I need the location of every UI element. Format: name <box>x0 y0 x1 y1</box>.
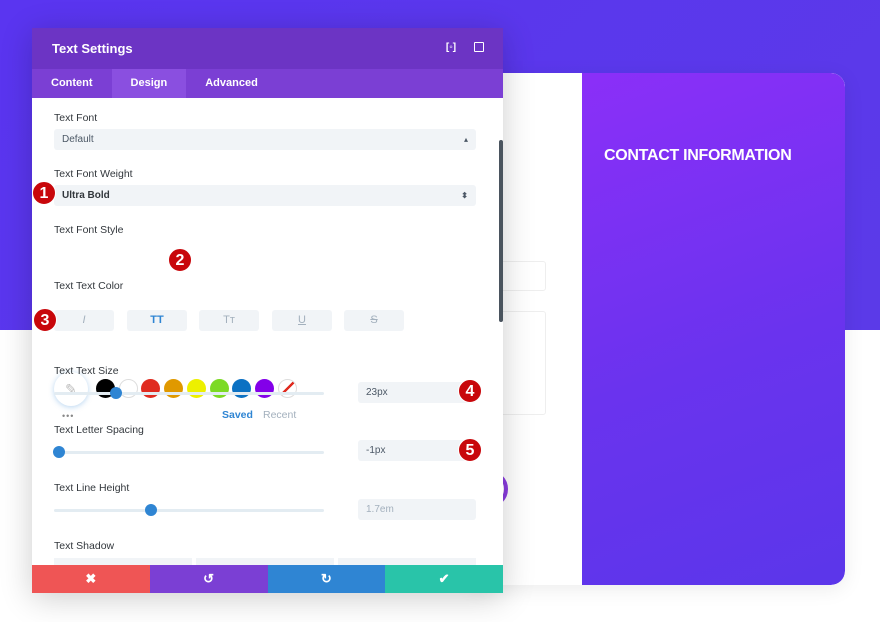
transparent-swatch[interactable] <box>278 379 297 398</box>
step-badge-5: 5 <box>458 438 482 462</box>
text-size-label: Text Text Size <box>54 365 119 377</box>
color-swatch[interactable] <box>209 379 229 398</box>
scrollbar[interactable] <box>499 140 503 322</box>
capitalize-button[interactable]: Tт <box>199 310 259 331</box>
select-arrows-icon: ▴ <box>463 135 468 144</box>
tab-content[interactable]: Content <box>32 69 112 98</box>
underline-button[interactable]: U <box>272 310 332 331</box>
text-font-label: Text Font <box>54 112 98 124</box>
color-swatch[interactable] <box>232 379 252 398</box>
text-font-weight-select[interactable]: Ultra Bold ⬍ <box>54 185 476 206</box>
more-colors-icon[interactable]: ••• <box>62 411 74 421</box>
color-swatch[interactable] <box>186 379 206 398</box>
letter-spacing-slider[interactable] <box>53 446 324 458</box>
eyedropper-icon[interactable]: ✎ <box>54 372 88 406</box>
text-shadow-presets[interactable] <box>54 558 476 565</box>
slider-handle[interactable] <box>110 387 123 399</box>
step-badge-1: 1 <box>32 181 56 205</box>
modal-body: Text Font Default ▴ Text Font Weight Ultr… <box>32 98 503 565</box>
text-font-select[interactable]: Default ▴ <box>54 129 476 150</box>
form-field <box>500 261 546 291</box>
italic-button[interactable]: I <box>54 310 114 331</box>
line-height-slider[interactable] <box>54 504 324 516</box>
line-height-input[interactable]: 1.7em <box>358 499 476 520</box>
color-swatch[interactable] <box>254 379 274 398</box>
sidebar-toggle-icon[interactable] <box>474 42 484 52</box>
modal-title: Text Settings <box>52 41 133 56</box>
slider-handle[interactable] <box>53 446 66 458</box>
tab-advanced[interactable]: Advanced <box>186 69 277 98</box>
text-settings-modal: Text Settings [◦] Content Design Advance… <box>32 28 503 593</box>
text-shadow-label: Text Shadow <box>54 540 115 552</box>
select-arrows-icon: ⬍ <box>461 191 468 200</box>
cancel-button[interactable]: ✖ <box>32 565 150 593</box>
text-color-label: Text Text Color <box>54 280 124 292</box>
text-size-slider[interactable] <box>54 387 324 399</box>
modal-tabs: Content Design Advanced <box>32 69 503 98</box>
step-badge-4: 4 <box>458 379 482 403</box>
text-font-weight-value: Ultra Bold <box>62 190 110 201</box>
uppercase-button[interactable]: TT <box>127 310 187 331</box>
color-swatch[interactable] <box>141 379 161 398</box>
step-badge-3: 3 <box>33 308 57 332</box>
contact-card: CONTACT INFORMATION <box>470 73 845 585</box>
text-font-weight-label: Text Font Weight <box>54 168 133 180</box>
contact-info-title: CONTACT INFORMATION <box>604 147 792 164</box>
line-height-label: Text Line Height <box>54 482 130 494</box>
save-button[interactable]: ✔ <box>385 565 503 593</box>
recent-colors-tab[interactable]: Recent <box>263 409 296 421</box>
tab-design[interactable]: Design <box>111 69 187 98</box>
color-swatch[interactable] <box>164 379 184 398</box>
redo-button[interactable]: ↻ <box>267 565 386 593</box>
saved-colors-tab[interactable]: Saved <box>222 409 253 421</box>
text-font-style-label: Text Font Style <box>54 224 124 236</box>
modal-footer: ✖ ↺ ↻ ✔ <box>32 565 503 593</box>
text-font-value: Default <box>62 134 94 145</box>
slider-handle[interactable] <box>145 504 158 516</box>
contact-info-panel: CONTACT INFORMATION <box>582 73 845 585</box>
undo-button[interactable]: ↺ <box>149 565 268 593</box>
step-badge-2: 2 <box>168 248 192 272</box>
strikethrough-button[interactable]: S <box>344 310 404 331</box>
modal-header: Text Settings [◦] <box>32 28 503 69</box>
form-textarea <box>500 311 546 415</box>
letter-spacing-label: Text Letter Spacing <box>54 424 144 436</box>
fullscreen-icon[interactable]: [◦] <box>445 42 457 54</box>
